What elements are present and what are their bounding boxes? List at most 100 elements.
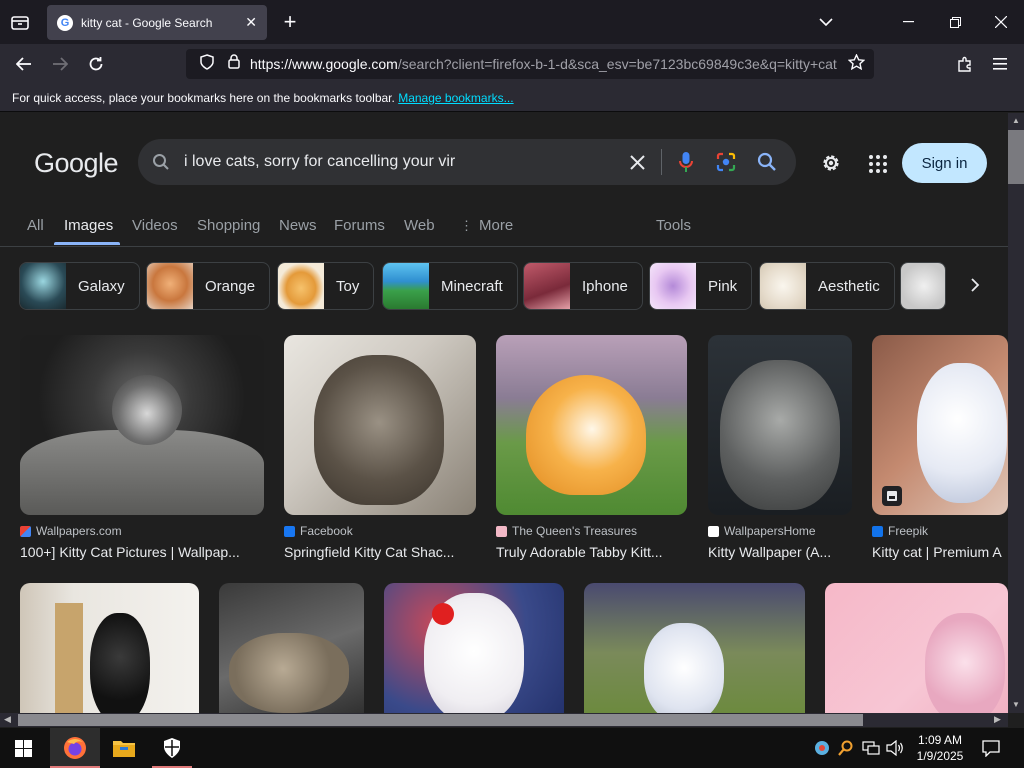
clear-search-icon[interactable] <box>630 155 645 175</box>
system-clock[interactable]: 1:09 AM 1/9/2025 <box>905 732 975 764</box>
voice-search-mic-icon[interactable] <box>679 151 693 178</box>
menu-hamburger-icon[interactable] <box>990 54 1010 74</box>
result-thumbnail[interactable] <box>872 335 1008 515</box>
settings-gear-icon[interactable] <box>820 152 842 179</box>
scroll-right-arrow-icon[interactable]: ▶ <box>994 714 1001 725</box>
notifications-icon[interactable] <box>982 739 1000 762</box>
tray-search-icon[interactable] <box>838 740 854 761</box>
image-result[interactable] <box>20 583 199 713</box>
search-box[interactable]: i love cats, sorry for cancelling your v… <box>138 139 796 185</box>
manage-bookmarks-link[interactable]: Manage bookmarks... <box>398 91 513 105</box>
result-thumbnail[interactable] <box>708 335 852 515</box>
scroll-down-arrow-icon[interactable]: ▼ <box>1012 700 1020 709</box>
sign-in-button[interactable]: Sign in <box>902 143 987 183</box>
lock-icon[interactable] <box>228 54 240 74</box>
source-name: Facebook <box>300 524 353 538</box>
bookmark-star-icon[interactable] <box>847 52 866 75</box>
tab-videos[interactable]: Videos <box>132 217 178 234</box>
close-window-icon[interactable] <box>991 12 1011 32</box>
list-tabs-chevron-icon[interactable] <box>816 12 836 32</box>
image-result[interactable]: Wallpapers.com 100+] Kitty Cat Pictures … <box>20 335 264 560</box>
search-input[interactable]: i love cats, sorry for cancelling your v… <box>184 153 455 171</box>
image-result[interactable]: The Queen's Treasures Truly Adorable Tab… <box>496 335 687 560</box>
image-result[interactable] <box>219 583 364 713</box>
result-source[interactable]: Freepik <box>872 524 1008 538</box>
image-result[interactable]: Freepik Kitty cat | Premium A <box>872 335 1008 560</box>
image-result[interactable]: Facebook Springfield Kitty Cat Shac... <box>284 335 476 560</box>
image-result[interactable]: WallpapersHome Kitty Wallpaper (A... <box>708 335 852 560</box>
tab-more[interactable]: ⋮ More <box>460 217 513 234</box>
url-text[interactable]: https://www.google.com/search?client=fir… <box>250 56 840 72</box>
kitten-head-shape <box>112 375 182 445</box>
refine-chip-orange[interactable]: Orange <box>146 262 271 310</box>
result-title[interactable]: 100+] Kitty Cat Pictures | Wallpap... <box>20 544 264 560</box>
search-small-icon <box>152 153 170 176</box>
minimize-icon[interactable] <box>898 12 918 32</box>
scroll-up-arrow-icon[interactable]: ▲ <box>1012 116 1020 125</box>
windows-start-icon[interactable] <box>15 740 32 762</box>
result-thumbnail[interactable] <box>20 335 264 515</box>
result-title[interactable]: Kitty Wallpaper (A... <box>708 544 852 560</box>
result-source[interactable]: The Queen's Treasures <box>496 524 687 538</box>
result-thumbnail[interactable] <box>496 335 687 515</box>
refine-chip-pink[interactable]: Pink <box>649 262 753 310</box>
tab-images[interactable]: Images <box>64 217 113 234</box>
new-tab-icon[interactable]: + <box>280 11 300 33</box>
vertical-scrollbar[interactable] <box>1008 113 1024 713</box>
tab-forums[interactable]: Forums <box>334 217 385 234</box>
search-submit-icon[interactable] <box>757 152 777 177</box>
refine-chip-iphone[interactable]: Iphone <box>523 262 643 310</box>
shield-icon[interactable] <box>200 53 214 75</box>
google-logo[interactable]: Google <box>34 148 119 179</box>
image-result[interactable] <box>384 583 564 713</box>
tab-shopping[interactable]: Shopping <box>197 217 260 234</box>
result-thumbnail[interactable] <box>20 583 199 713</box>
source-name: WallpapersHome <box>724 524 816 538</box>
result-title[interactable]: Truly Adorable Tabby Kitt... <box>496 544 687 560</box>
refine-chip-aesthetic[interactable]: Aesthetic <box>759 262 895 310</box>
tab-tools[interactable]: Tools <box>656 217 691 234</box>
image-result[interactable] <box>825 583 1008 713</box>
lens-camera-icon[interactable] <box>716 152 736 177</box>
refine-chip-galaxy[interactable]: Galaxy <box>19 262 140 310</box>
result-thumbnail[interactable] <box>584 583 805 713</box>
firefox-view-icon[interactable] <box>10 13 30 33</box>
tray-app-icon[interactable] <box>814 740 830 761</box>
restore-icon[interactable] <box>945 12 965 32</box>
refine-chip-toy[interactable]: Toy <box>277 262 375 310</box>
vertical-scroll-thumb[interactable] <box>1008 130 1024 184</box>
tab-web[interactable]: Web <box>404 217 435 234</box>
result-thumbnail[interactable] <box>384 583 564 713</box>
scroll-left-arrow-icon[interactable]: ◀ <box>4 714 11 725</box>
result-source[interactable]: Facebook <box>284 524 476 538</box>
forward-arrow-icon[interactable] <box>50 54 70 74</box>
result-title[interactable]: Kitty cat | Premium A <box>872 544 1008 560</box>
back-arrow-icon[interactable] <box>14 54 34 74</box>
result-thumbnail[interactable] <box>219 583 364 713</box>
taskbar-security-button[interactable] <box>152 728 192 768</box>
file-explorer-icon[interactable] <box>112 737 136 764</box>
result-source[interactable]: WallpapersHome <box>708 524 852 538</box>
horizontal-scroll-thumb[interactable] <box>18 714 863 726</box>
reload-icon[interactable] <box>86 54 106 74</box>
result-thumbnail[interactable] <box>284 335 476 515</box>
taskbar-firefox-button[interactable] <box>50 728 100 768</box>
result-source[interactable]: Wallpapers.com <box>20 524 264 538</box>
address-bar[interactable]: https://www.google.com/search?client=fir… <box>186 49 874 79</box>
image-result[interactable] <box>584 583 805 713</box>
result-thumbnail[interactable] <box>825 583 1008 713</box>
extensions-icon[interactable] <box>955 54 975 74</box>
close-tab-icon[interactable]: ✕ <box>245 14 257 31</box>
tuxedo-kitten-shape <box>90 613 150 713</box>
chips-next-chevron-icon[interactable] <box>970 277 980 298</box>
tab-news[interactable]: News <box>279 217 317 234</box>
google-apps-grid-icon[interactable] <box>869 155 887 178</box>
active-tab[interactable]: G kitty cat - Google Search ✕ <box>47 5 267 40</box>
refine-chip-minecraft[interactable]: Minecraft <box>382 262 518 310</box>
result-title[interactable]: Springfield Kitty Cat Shac... <box>284 544 476 560</box>
chip-thumbnail <box>278 263 324 309</box>
tab-all[interactable]: All <box>27 217 44 234</box>
refine-chip-partial[interactable] <box>900 262 946 310</box>
network-icon[interactable] <box>862 740 880 761</box>
volume-icon[interactable] <box>886 739 904 761</box>
